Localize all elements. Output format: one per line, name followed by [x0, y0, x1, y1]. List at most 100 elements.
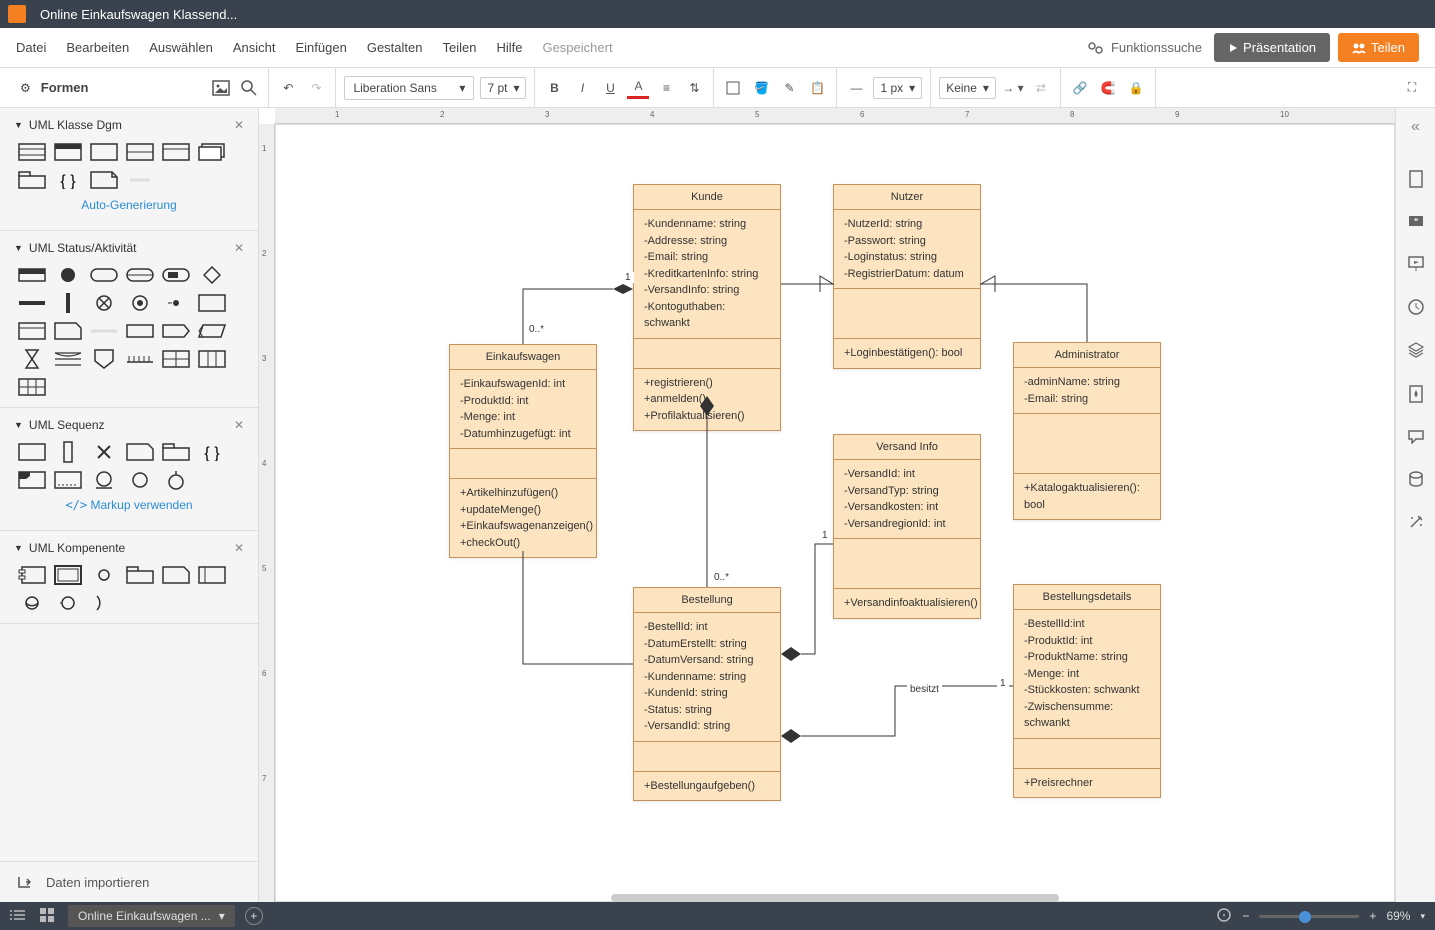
shape[interactable] — [90, 593, 118, 613]
shape-text[interactable] — [126, 170, 154, 190]
target-icon[interactable] — [1216, 907, 1232, 926]
fontsize-select[interactable]: 7 pt▾ — [480, 77, 526, 99]
zoom-in[interactable]: + — [1369, 909, 1376, 923]
fill-icon[interactable] — [722, 77, 744, 99]
comment-icon[interactable]: ❝ — [1408, 215, 1424, 234]
group-uml-status[interactable]: ▼UML Status/Aktivität✕ — [0, 231, 258, 265]
link-icon[interactable]: 🔗 — [1069, 77, 1091, 99]
shape-datatype[interactable] — [162, 142, 190, 162]
hscrollbar[interactable] — [611, 894, 1059, 902]
align-icon[interactable]: ≡ — [655, 77, 677, 99]
gear-icon[interactable]: ⚙ — [20, 81, 31, 95]
shape[interactable] — [198, 565, 226, 585]
shape[interactable] — [18, 349, 46, 369]
zoom-out[interactable]: − — [1242, 909, 1249, 923]
search-icon[interactable] — [238, 77, 260, 99]
present-button[interactable]: Präsentation — [1214, 33, 1330, 62]
shape[interactable] — [162, 442, 190, 462]
shape[interactable] — [126, 265, 154, 285]
shape[interactable] — [90, 349, 118, 369]
zoom-level[interactable]: 69% — [1386, 909, 1410, 923]
canvas[interactable]: 12345678910 1234567 Kunde -Kundenname: s… — [259, 108, 1395, 902]
shape-class2[interactable] — [54, 142, 82, 162]
arrow-icon[interactable]: → ▾ — [1002, 77, 1024, 99]
menu-auswaehlen[interactable]: Auswählen — [149, 40, 213, 55]
image-icon[interactable] — [210, 77, 232, 99]
chat-icon[interactable] — [1408, 430, 1424, 449]
shape[interactable] — [126, 293, 154, 313]
doc-icon[interactable] — [1408, 170, 1424, 193]
uml-versand[interactable]: Versand Info -VersandId: int -VersandTyp… — [833, 434, 981, 619]
shape[interactable] — [162, 470, 190, 490]
shape[interactable] — [54, 349, 82, 369]
group-uml-komponente[interactable]: ▼UML Kompenente✕ — [0, 531, 258, 565]
menu-hilfe[interactable]: Hilfe — [496, 40, 522, 55]
line-icon[interactable]: — — [845, 77, 867, 99]
uml-details[interactable]: Bestellungsdetails -BestellId:int -Produ… — [1013, 584, 1161, 798]
shape[interactable] — [198, 321, 226, 341]
menu-datei[interactable]: Datei — [16, 40, 46, 55]
pen-icon[interactable]: ✎ — [778, 77, 800, 99]
file-icon[interactable] — [8, 5, 26, 23]
shape[interactable] — [54, 593, 82, 613]
clock-icon[interactable] — [1408, 299, 1424, 320]
shape-package[interactable] — [18, 170, 46, 190]
stroke-select[interactable]: 1 px▾ — [873, 77, 922, 99]
menu-gestalten[interactable]: Gestalten — [367, 40, 423, 55]
group-uml-sequenz[interactable]: ▼UML Sequenz✕ — [0, 408, 258, 442]
shape[interactable] — [54, 565, 82, 585]
shape[interactable] — [162, 349, 190, 369]
shape[interactable] — [90, 321, 118, 341]
menu-teilen[interactable]: Teilen — [442, 40, 476, 55]
shape[interactable] — [54, 470, 82, 490]
uml-kunde[interactable]: Kunde -Kundenname: string -Addresse: str… — [633, 184, 781, 431]
share-button[interactable]: Teilen — [1338, 33, 1419, 62]
fullscreen-icon[interactable]: ⛶ — [1401, 77, 1423, 99]
shape[interactable] — [18, 265, 46, 285]
shape[interactable] — [126, 321, 154, 341]
bucket-icon[interactable]: 🪣 — [750, 77, 772, 99]
uml-nutzer[interactable]: Nutzer -NutzerId: string -Passwort: stri… — [833, 184, 981, 369]
shape[interactable] — [18, 293, 46, 313]
shape[interactable] — [18, 565, 46, 585]
import-data[interactable]: Daten importieren — [0, 861, 258, 902]
markup-link[interactable]: </> Markup verwenden — [0, 490, 258, 520]
shape-class[interactable] — [18, 142, 46, 162]
layers-icon[interactable] — [1408, 342, 1424, 363]
shape[interactable] — [18, 470, 46, 490]
shape[interactable] — [198, 293, 226, 313]
linespace-icon[interactable]: ⇅ — [683, 77, 705, 99]
lock-icon[interactable]: 🔒 — [1125, 77, 1147, 99]
close-icon[interactable]: ✕ — [234, 118, 244, 132]
shape[interactable] — [126, 470, 154, 490]
shape[interactable] — [18, 377, 46, 397]
font-select[interactable]: Liberation Sans▾ — [344, 76, 474, 100]
bold-icon[interactable]: B — [543, 77, 565, 99]
shape[interactable] — [54, 442, 82, 462]
list-icon[interactable] — [10, 908, 26, 925]
shape[interactable] — [18, 593, 46, 613]
uml-einkaufswagen[interactable]: Einkaufswagen -EinkaufswagenId: int -Pro… — [449, 344, 597, 558]
textcolor-icon[interactable]: A — [627, 77, 649, 99]
shape[interactable]: { } — [198, 442, 226, 462]
shape[interactable] — [54, 265, 82, 285]
menu-einfuegen[interactable]: Einfügen — [296, 40, 347, 55]
shape[interactable] — [90, 565, 118, 585]
shape[interactable] — [18, 442, 46, 462]
shape[interactable] — [126, 349, 154, 369]
group-uml-klasse[interactable]: ▼UML Klasse Dgm✕ — [0, 108, 258, 142]
undo-icon[interactable]: ↶ — [277, 77, 299, 99]
redo-icon[interactable]: ↷ — [305, 77, 327, 99]
grid-icon[interactable] — [40, 908, 54, 925]
shape-split[interactable] — [126, 142, 154, 162]
shape[interactable] — [162, 293, 190, 313]
auto-gen-link[interactable]: Auto-Generierung — [0, 190, 258, 220]
italic-icon[interactable]: I — [571, 77, 593, 99]
shape-simple[interactable] — [90, 142, 118, 162]
shape[interactable] — [90, 265, 118, 285]
shape[interactable] — [162, 321, 190, 341]
shape[interactable] — [126, 442, 154, 462]
shape[interactable] — [162, 565, 190, 585]
document-tab[interactable]: Online Einkaufswagen ...▾ — [68, 905, 235, 927]
magnet-icon[interactable]: 🧲 — [1097, 77, 1119, 99]
